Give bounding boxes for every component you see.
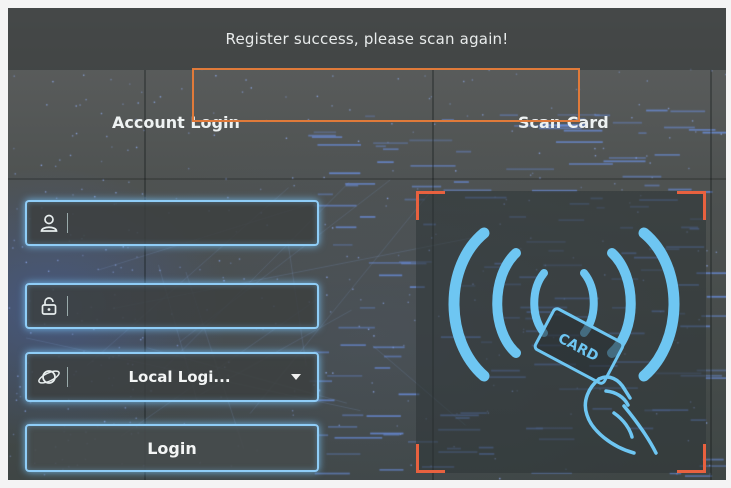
status-banner: Register success, please scan again!	[8, 8, 726, 70]
username-field[interactable]	[25, 200, 319, 246]
card-shape: CARD	[533, 307, 625, 385]
chevron-down-icon[interactable]	[291, 374, 301, 380]
login-button-label: Login	[147, 438, 197, 458]
lock-icon	[35, 293, 63, 319]
user-icon	[35, 210, 63, 236]
username-input[interactable]	[68, 201, 317, 245]
password-field[interactable]	[25, 283, 319, 329]
login-screen: Register success, please scan again! Acc…	[8, 8, 726, 480]
card-scan-icon: CARD	[448, 227, 680, 455]
password-input[interactable]	[68, 284, 317, 328]
highlight-annotation	[192, 68, 580, 122]
hand-holding-card-icon	[583, 375, 658, 455]
login-button[interactable]: Login	[25, 424, 319, 472]
status-message: Register success, please scan again!	[225, 30, 509, 48]
login-mode-select[interactable]: Local Logi...	[25, 352, 319, 402]
bezel-line	[710, 70, 712, 480]
planet-icon	[35, 364, 63, 390]
bezel-line	[8, 178, 726, 180]
card-scan-area: CARD	[416, 191, 706, 473]
login-mode-value: Local Logi...	[128, 368, 231, 386]
